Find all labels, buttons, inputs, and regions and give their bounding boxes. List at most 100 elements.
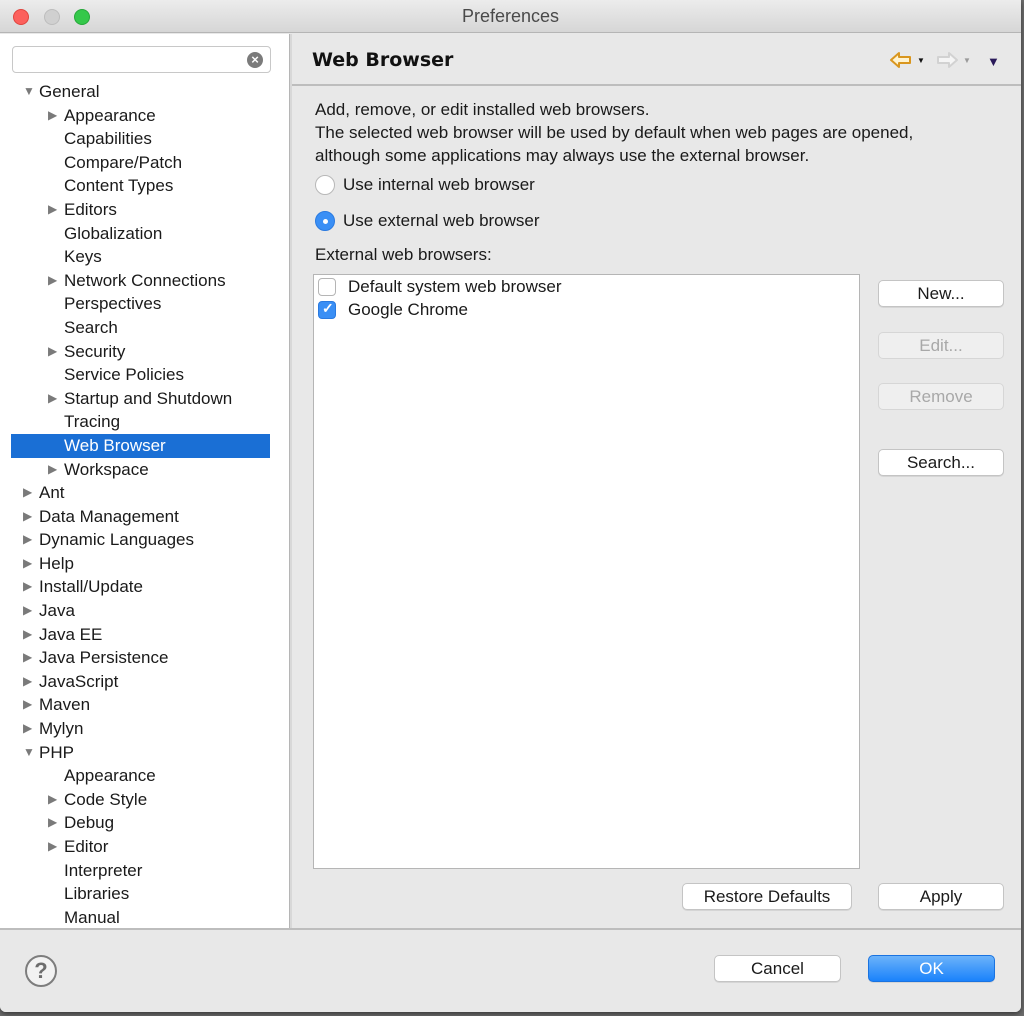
collapsed-triangle-icon[interactable]: ▶ [48, 811, 62, 835]
back-arrow-icon[interactable] [889, 51, 913, 74]
tree-item[interactable]: ▶ Appearance [0, 104, 289, 128]
tree-item-label: Data Management [39, 506, 179, 526]
browser-checkbox[interactable] [318, 277, 336, 296]
preference-page: Web Browser ▼ ▼ ▼ Add, remove, or edit i… [292, 34, 1021, 928]
title-bar[interactable]: Preferences [0, 0, 1021, 33]
tree-item[interactable]: Manual [0, 906, 289, 928]
tree-item[interactable]: ▶ Editor [0, 835, 289, 859]
collapsed-triangle-icon[interactable]: ▶ [23, 623, 37, 647]
clear-search-icon[interactable]: × [247, 52, 263, 68]
tree-item-label: Code Style [64, 789, 148, 809]
tree-item-label: Tracing [64, 412, 121, 432]
tree-item[interactable]: ▶ Code Style [0, 788, 289, 812]
tree-item[interactable]: ▶ JavaScript [0, 670, 289, 694]
restore-defaults-button[interactable]: Restore Defaults [682, 883, 852, 910]
tree-item[interactable]: ▶ Ant [0, 481, 289, 505]
external-browsers-list[interactable]: Default system web browser Google Chrome [313, 274, 860, 869]
help-icon[interactable]: ? [25, 955, 57, 987]
external-browser-option[interactable]: Use external web browser [315, 209, 540, 233]
tree-item[interactable]: ▶ Help [0, 552, 289, 576]
search-browsers-button[interactable]: Search... [878, 449, 1004, 476]
tree-item-label: Content Types [64, 176, 174, 196]
tree-item[interactable]: Keys [0, 245, 289, 269]
tree-item[interactable]: Search [0, 316, 289, 340]
collapsed-triangle-icon[interactable]: ▶ [23, 505, 37, 529]
collapsed-triangle-icon[interactable]: ▶ [23, 552, 37, 576]
collapsed-triangle-icon[interactable]: ▶ [23, 599, 37, 623]
collapsed-triangle-icon[interactable]: ▶ [48, 458, 62, 482]
collapsed-triangle-icon[interactable]: ▶ [23, 693, 37, 717]
tree-item[interactable]: ▶ Network Connections [0, 269, 289, 293]
collapsed-triangle-icon[interactable]: ▶ [23, 646, 37, 670]
collapsed-triangle-icon[interactable]: ▶ [48, 198, 62, 222]
forward-arrow-icon[interactable] [935, 51, 959, 74]
collapsed-triangle-icon[interactable]: ▶ [23, 575, 37, 599]
filter-field[interactable]: × [12, 46, 271, 73]
tree-item[interactable]: Web Browser [11, 433, 270, 458]
collapsed-triangle-icon[interactable]: ▶ [48, 835, 62, 859]
browser-list-item[interactable]: Google Chrome [314, 298, 859, 321]
tree-item-label: Editors [64, 199, 117, 219]
collapsed-triangle-icon[interactable]: ▶ [23, 481, 37, 505]
tree-item[interactable]: ▶ Java Persistence [0, 646, 289, 670]
expanded-triangle-icon[interactable]: ▼ [23, 80, 37, 104]
radio-button[interactable] [315, 175, 335, 195]
apply-button[interactable]: Apply [878, 883, 1004, 910]
tree-item[interactable]: Compare/Patch [0, 151, 289, 175]
edit-browser-button[interactable]: Edit... [878, 332, 1004, 359]
ok-button[interactable]: OK [868, 955, 995, 982]
tree-item[interactable]: Interpreter [0, 859, 289, 883]
tree-item[interactable]: Content Types [0, 174, 289, 198]
expanded-triangle-icon[interactable]: ▼ [23, 741, 37, 765]
tree-item-label: Keys [64, 247, 102, 267]
tree-item[interactable]: ▼ General [0, 80, 289, 104]
browser-checkbox[interactable] [318, 300, 336, 319]
collapsed-triangle-icon[interactable]: ▶ [48, 340, 62, 364]
filter-input[interactable] [19, 47, 239, 72]
tree-item-label: Ant [39, 483, 65, 503]
tree-item[interactable]: ▶ Mylyn [0, 717, 289, 741]
collapsed-triangle-icon[interactable]: ▶ [23, 528, 37, 552]
tree-item[interactable]: ▼ PHP [0, 741, 289, 765]
cancel-button[interactable]: Cancel [714, 955, 841, 982]
internal-browser-option[interactable]: Use internal web browser [315, 173, 535, 197]
description-line: although some applications may always us… [315, 146, 810, 165]
view-menu-icon[interactable]: ▼ [987, 54, 1000, 69]
tree-item-label: Java Persistence [39, 648, 169, 668]
tree-item[interactable]: Service Policies [0, 363, 289, 387]
collapsed-triangle-icon[interactable]: ▶ [48, 104, 62, 128]
tree-item-label: Compare/Patch [64, 152, 183, 172]
tree-item-label: Service Policies [64, 365, 184, 385]
tree-item[interactable]: ▶ Java EE [0, 623, 289, 647]
tree-item[interactable]: ▶ Security [0, 340, 289, 364]
tree-item[interactable]: Capabilities [0, 127, 289, 151]
tree-item[interactable]: Libraries [0, 882, 289, 906]
back-history-dropdown-icon[interactable]: ▼ [917, 56, 925, 65]
browser-list-item[interactable]: Default system web browser [314, 275, 859, 298]
tree-item[interactable]: ▶ Workspace [0, 458, 289, 482]
tree-item[interactable]: ▶ Data Management [0, 505, 289, 529]
tree-item[interactable]: ▶ Maven [0, 693, 289, 717]
remove-browser-button[interactable]: Remove [878, 383, 1004, 410]
collapsed-triangle-icon[interactable]: ▶ [48, 788, 62, 812]
browser-label: Default system web browser [348, 276, 562, 296]
tree-item[interactable]: Globalization [0, 222, 289, 246]
tree-item[interactable]: ▶ Java [0, 599, 289, 623]
tree-item[interactable]: ▶ Editors [0, 198, 289, 222]
collapsed-triangle-icon[interactable]: ▶ [48, 269, 62, 293]
new-browser-button[interactable]: New... [878, 280, 1004, 307]
collapsed-triangle-icon[interactable]: ▶ [23, 717, 37, 741]
tree-item[interactable]: ▶ Startup and Shutdown [0, 387, 289, 411]
tree-item[interactable]: Perspectives [0, 292, 289, 316]
collapsed-triangle-icon[interactable]: ▶ [48, 387, 62, 411]
tree-item-label: Workspace [64, 459, 149, 479]
tree-item[interactable]: ▶ Dynamic Languages [0, 528, 289, 552]
tree-item-label: Mylyn [39, 719, 84, 739]
radio-button[interactable] [315, 211, 335, 231]
tree-item[interactable]: ▶ Debug [0, 811, 289, 835]
tree-item[interactable]: Tracing [0, 410, 289, 434]
collapsed-triangle-icon[interactable]: ▶ [23, 670, 37, 694]
forward-history-dropdown-icon[interactable]: ▼ [963, 56, 971, 65]
tree-item[interactable]: Appearance [0, 764, 289, 788]
tree-item[interactable]: ▶ Install/Update [0, 575, 289, 599]
